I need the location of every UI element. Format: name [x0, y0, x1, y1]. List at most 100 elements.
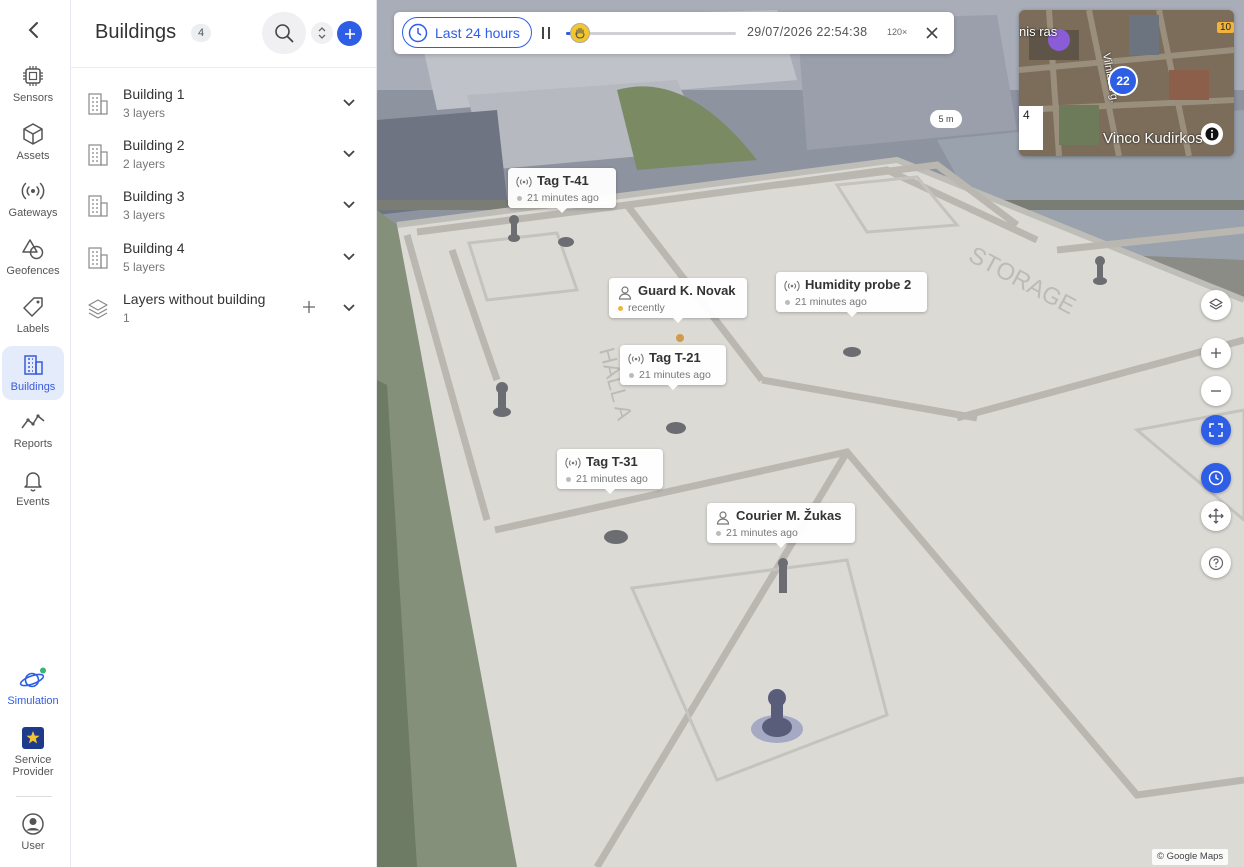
- chevron-down-icon[interactable]: [341, 250, 357, 264]
- sort-button[interactable]: [311, 22, 333, 44]
- zoom-out-button[interactable]: [1201, 376, 1231, 406]
- pan-button[interactable]: [1201, 501, 1231, 531]
- marker-time: 21 minutes ago: [639, 369, 711, 381]
- marker-label[interactable]: Courier M. Žukas 21 minutes ago: [707, 503, 855, 548]
- timeline-slider[interactable]: [566, 23, 736, 43]
- fullscreen-button[interactable]: [1201, 415, 1231, 445]
- nav-label: Service Provider: [12, 754, 54, 778]
- status-dot: [629, 373, 634, 378]
- info-button[interactable]: [1201, 123, 1223, 145]
- nav-reports[interactable]: Reports: [2, 403, 64, 457]
- broadcast-icon: [21, 182, 45, 200]
- person-icon: [716, 511, 730, 525]
- history-button[interactable]: [1201, 463, 1231, 493]
- chevron-down-icon[interactable]: [341, 301, 357, 315]
- building-item[interactable]: Building 4 5 layers: [71, 234, 376, 284]
- building-item[interactable]: Building 1 3 layers: [71, 80, 376, 130]
- chevron-down-icon[interactable]: [341, 96, 357, 110]
- buildings-panel: Buildings 4 Building 1 3 layers Building…: [71, 0, 377, 867]
- unassigned-count: 1: [123, 311, 130, 325]
- marker-name: Tag T-41: [537, 173, 589, 188]
- nav-label: Sensors: [12, 92, 54, 104]
- nav-geofences[interactable]: Geofences: [2, 230, 64, 284]
- plus-icon: [344, 28, 355, 39]
- nav-labels[interactable]: Labels: [2, 288, 64, 342]
- nav-buildings[interactable]: Buildings: [2, 346, 64, 400]
- plus-icon: [1211, 348, 1221, 358]
- broadcast-icon: [565, 457, 581, 469]
- layers-button[interactable]: [1201, 290, 1231, 320]
- status-dot: [566, 477, 571, 482]
- unassigned-name: Layers without building: [123, 291, 266, 307]
- map-view[interactable]: STORAGE HALL A Last 24 hours 29/07/2026 …: [377, 0, 1244, 867]
- minimap[interactable]: nis ras 4 Vilniaus g. Vinco Kudirkos 22 …: [1019, 10, 1234, 156]
- nav-label: Labels: [16, 323, 50, 335]
- plus-icon[interactable]: [301, 299, 317, 315]
- marker-label[interactable]: Tag T-21 21 minutes ago: [620, 345, 726, 390]
- nav-label: Geofences: [6, 265, 60, 277]
- planet-icon: [19, 667, 46, 688]
- building-outline-icon: [88, 247, 108, 269]
- nav-sensors[interactable]: Sensors: [2, 57, 64, 111]
- nav-service-provider[interactable]: Service Provider: [2, 724, 64, 780]
- building-item[interactable]: Building 2 2 layers: [71, 131, 376, 181]
- building-outline-icon: [88, 195, 108, 217]
- playback-speed[interactable]: 120×: [887, 27, 907, 37]
- panel-header: Buildings 4: [71, 0, 376, 68]
- nav-assets[interactable]: Assets: [2, 115, 64, 169]
- nav-label: Gateways: [8, 207, 58, 219]
- marker-name: Tag T-21: [649, 350, 701, 365]
- marker-label[interactable]: Guard K. Novak recently: [609, 278, 747, 323]
- nav-label: Events: [16, 496, 50, 508]
- bell-icon: [24, 472, 42, 492]
- back-button[interactable]: [22, 18, 46, 42]
- nav-simulation[interactable]: Simulation: [2, 660, 64, 714]
- move-icon: [1208, 508, 1224, 524]
- building-name: Building 3: [123, 188, 185, 204]
- marker-time: 21 minutes ago: [795, 296, 867, 308]
- chip-icon: [23, 66, 43, 86]
- marker-label[interactable]: Tag T-41 21 minutes ago: [508, 168, 616, 213]
- marker-label[interactable]: Humidity probe 2 21 minutes ago: [776, 272, 927, 317]
- minimap-edge-label: nis ras: [1019, 24, 1058, 39]
- nav-rail: Sensors Assets Gateways Geofences Labels…: [0, 0, 71, 867]
- clock-icon: [408, 23, 428, 42]
- marker-name: Courier M. Žukas: [736, 508, 842, 523]
- close-icon[interactable]: [924, 25, 940, 41]
- minimap-corner-badge: 10: [1217, 22, 1234, 33]
- cube-icon: [23, 123, 43, 145]
- cluster-badge[interactable]: 22: [1108, 66, 1138, 96]
- pause-icon[interactable]: [537, 24, 555, 42]
- nav-label: Assets: [16, 150, 50, 162]
- building-layers: 5 layers: [123, 260, 166, 274]
- count-badge: 4: [191, 24, 211, 42]
- marker-time: recently: [628, 302, 665, 314]
- unassigned-layers-item[interactable]: Layers without building 1: [71, 285, 376, 335]
- timeline-handle[interactable]: [569, 23, 590, 43]
- nav-label: Reports: [13, 438, 53, 450]
- chevron-down-icon[interactable]: [341, 147, 357, 161]
- marker-name: Humidity probe 2: [805, 277, 912, 292]
- nav-gateways[interactable]: Gateways: [2, 172, 64, 226]
- nav-events[interactable]: Events: [2, 461, 64, 515]
- info-icon: [1205, 127, 1219, 141]
- marker-label[interactable]: Tag T-31 21 minutes ago: [557, 449, 663, 494]
- clock-icon: [1208, 470, 1224, 486]
- nav-label: Buildings: [10, 381, 56, 393]
- marker-time: 21 minutes ago: [576, 473, 648, 485]
- building-name: Building 2: [123, 137, 185, 153]
- minus-icon: [1211, 390, 1221, 392]
- person-icon: [618, 286, 632, 300]
- timestamp: 29/07/2026 22:54:38: [747, 25, 868, 39]
- chevron-down-icon[interactable]: [341, 198, 357, 212]
- search-button[interactable]: [262, 12, 306, 54]
- time-range-button[interactable]: Last 24 hours: [402, 17, 532, 48]
- add-building-button[interactable]: [337, 21, 362, 46]
- nav-user[interactable]: User: [2, 805, 64, 859]
- help-button[interactable]: [1201, 548, 1231, 578]
- zoom-in-button[interactable]: [1201, 338, 1231, 368]
- building-item[interactable]: Building 3 3 layers: [71, 182, 376, 232]
- minimap-edge-count: 4: [1019, 106, 1043, 150]
- map-attribution[interactable]: © Google Maps: [1152, 849, 1229, 865]
- marker-name: Guard K. Novak: [638, 283, 736, 298]
